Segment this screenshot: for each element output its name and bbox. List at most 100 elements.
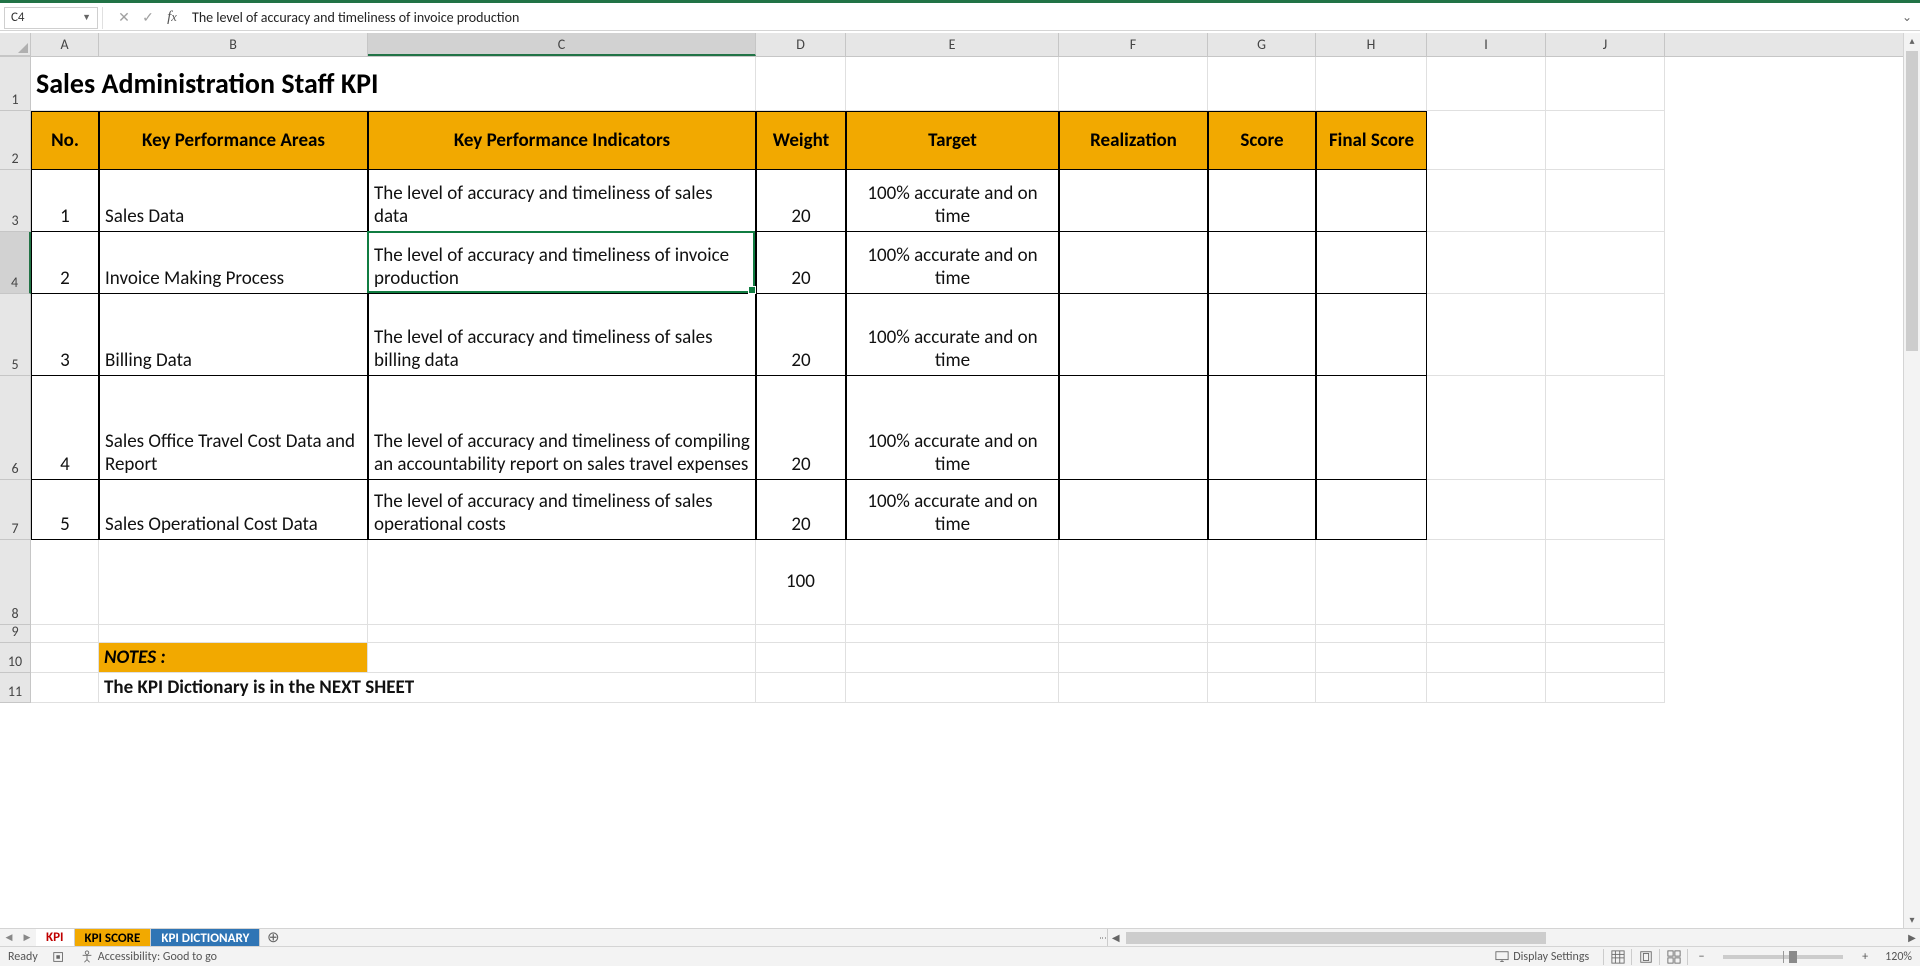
cell-empty[interactable] — [1208, 643, 1316, 673]
zoom-level[interactable]: 120% — [1885, 950, 1912, 964]
row-header-7[interactable]: 7 — [0, 480, 31, 540]
scroll-left-icon[interactable]: ◀ — [1108, 931, 1124, 944]
enter-icon[interactable]: ✓ — [136, 7, 160, 29]
row-header-2[interactable]: 2 — [0, 111, 31, 170]
cell-empty[interactable] — [1427, 170, 1546, 232]
fx-icon[interactable]: fx — [160, 7, 184, 29]
vertical-scroll-thumb[interactable] — [1906, 51, 1918, 351]
formula-bar-expand-icon[interactable]: ⌄ — [1898, 10, 1916, 25]
cell-empty[interactable] — [1427, 673, 1546, 703]
notes-label[interactable]: NOTES : — [99, 643, 368, 673]
cell-empty[interactable] — [756, 643, 846, 673]
cell-finalscore[interactable] — [1316, 376, 1427, 480]
status-accessibility[interactable]: Accessibility: Good to go — [80, 950, 217, 964]
cell-empty[interactable] — [1427, 111, 1546, 170]
cell-target[interactable]: 100% accurate and on time — [846, 170, 1059, 232]
page-layout-view-button[interactable] — [1631, 949, 1659, 965]
cell-empty[interactable] — [99, 625, 368, 643]
cell-score[interactable] — [1208, 480, 1316, 540]
cell-score[interactable] — [1208, 170, 1316, 232]
column-header-F[interactable]: F — [1059, 33, 1208, 56]
cell-score[interactable] — [1208, 232, 1316, 294]
cell-empty[interactable] — [1059, 625, 1208, 643]
column-header-A[interactable]: A — [31, 33, 99, 56]
row-header-4[interactable]: 4 — [0, 232, 31, 294]
zoom-slider[interactable] — [1723, 955, 1843, 959]
cell-kpa[interactable]: Sales Office Travel Cost Data and Report — [99, 376, 368, 480]
cell-kpi[interactable]: The level of accuracy and timeliness of … — [368, 170, 756, 232]
cell-empty[interactable] — [1427, 540, 1546, 625]
cell-no[interactable]: 1 — [31, 170, 99, 232]
cell-empty[interactable] — [1427, 625, 1546, 643]
cell-target[interactable]: 100% accurate and on time — [846, 294, 1059, 376]
zoom-in-button[interactable]: + — [1851, 949, 1879, 965]
cell-finalscore[interactable] — [1316, 480, 1427, 540]
cell-kpi[interactable]: The level of accuracy and timeliness of … — [368, 480, 756, 540]
macro-record-icon[interactable] — [52, 950, 66, 964]
cell-empty[interactable] — [1427, 643, 1546, 673]
cell-empty[interactable] — [1546, 643, 1665, 673]
cell-empty[interactable] — [756, 673, 846, 703]
cell-empty[interactable] — [1208, 540, 1316, 625]
cell-empty[interactable] — [1546, 480, 1665, 540]
cell-empty[interactable] — [846, 540, 1059, 625]
cell-kpa[interactable]: Billing Data — [99, 294, 368, 376]
scroll-right-icon[interactable]: ▶ — [1904, 931, 1920, 944]
column-header-J[interactable]: J — [1546, 33, 1665, 56]
cell-target[interactable]: 100% accurate and on time — [846, 480, 1059, 540]
cell-weight[interactable]: 20 — [756, 170, 846, 232]
cell-empty[interactable] — [846, 673, 1059, 703]
row-header-5[interactable]: 5 — [0, 294, 31, 376]
cell-empty[interactable] — [1208, 625, 1316, 643]
row-header-11[interactable]: 11 — [0, 673, 31, 703]
normal-view-button[interactable] — [1603, 949, 1631, 965]
cell-empty[interactable] — [1316, 540, 1427, 625]
sheet-tab-kpi-score[interactable]: KPI SCORE — [75, 929, 152, 947]
cell-empty[interactable] — [1546, 232, 1665, 294]
column-header-H[interactable]: H — [1316, 33, 1427, 56]
cell-empty[interactable] — [1546, 111, 1665, 170]
cell-empty[interactable] — [99, 540, 368, 625]
cell-kpi[interactable]: The level of accuracy and timeliness of … — [368, 294, 756, 376]
cell-empty[interactable] — [1427, 57, 1546, 111]
row-header-1[interactable]: 1 — [0, 57, 31, 111]
cell-weight[interactable]: 20 — [756, 294, 846, 376]
cell-realization[interactable] — [1059, 170, 1208, 232]
scroll-down-icon[interactable]: ▾ — [1904, 912, 1920, 928]
cell-kpi[interactable]: The level of accuracy and timeliness of … — [368, 376, 756, 480]
name-box-dropdown-icon[interactable]: ▼ — [82, 12, 91, 23]
row-header-3[interactable]: 3 — [0, 170, 31, 232]
formula-input[interactable] — [184, 7, 1898, 29]
cell-empty[interactable] — [846, 643, 1059, 673]
notes-text[interactable]: The KPI Dictionary is in the NEXT SHEET — [99, 673, 756, 703]
cell-empty[interactable] — [1427, 376, 1546, 480]
cell-empty[interactable] — [1427, 294, 1546, 376]
cell-finalscore[interactable] — [1316, 294, 1427, 376]
sheet-tab-kpi-dictionary[interactable]: KPI DICTIONARY — [151, 929, 260, 947]
cell-target[interactable]: 100% accurate and on time — [846, 376, 1059, 480]
column-header-G[interactable]: G — [1208, 33, 1316, 56]
column-header-B[interactable]: B — [99, 33, 368, 56]
cell-empty[interactable] — [1059, 673, 1208, 703]
tab-nav-next-icon[interactable]: ▶ — [18, 929, 36, 946]
scroll-up-icon[interactable]: ▴ — [1904, 33, 1920, 49]
cell-empty[interactable] — [1316, 57, 1427, 111]
cell-score[interactable] — [1208, 376, 1316, 480]
cell-kpa[interactable]: Sales Data — [99, 170, 368, 232]
page-break-view-button[interactable] — [1659, 949, 1687, 965]
display-settings[interactable]: Display Settings — [1495, 950, 1589, 964]
grid[interactable]: 1Sales Administration Staff KPI2No.Key P… — [0, 57, 1920, 703]
cancel-icon[interactable]: ✕ — [112, 7, 136, 29]
column-header-E[interactable]: E — [846, 33, 1059, 56]
cell-realization[interactable] — [1059, 376, 1208, 480]
cell-empty[interactable] — [1059, 57, 1208, 111]
cell-empty[interactable] — [846, 625, 1059, 643]
cell-no[interactable]: 3 — [31, 294, 99, 376]
cell-empty[interactable] — [31, 540, 99, 625]
cell-kpa[interactable]: Invoice Making Process — [99, 232, 368, 294]
horizontal-scroll-thumb[interactable] — [1126, 932, 1546, 944]
cell-no[interactable]: 2 — [31, 232, 99, 294]
cell-weight[interactable]: 20 — [756, 232, 846, 294]
cell-finalscore[interactable] — [1316, 232, 1427, 294]
cell-finalscore[interactable] — [1316, 170, 1427, 232]
